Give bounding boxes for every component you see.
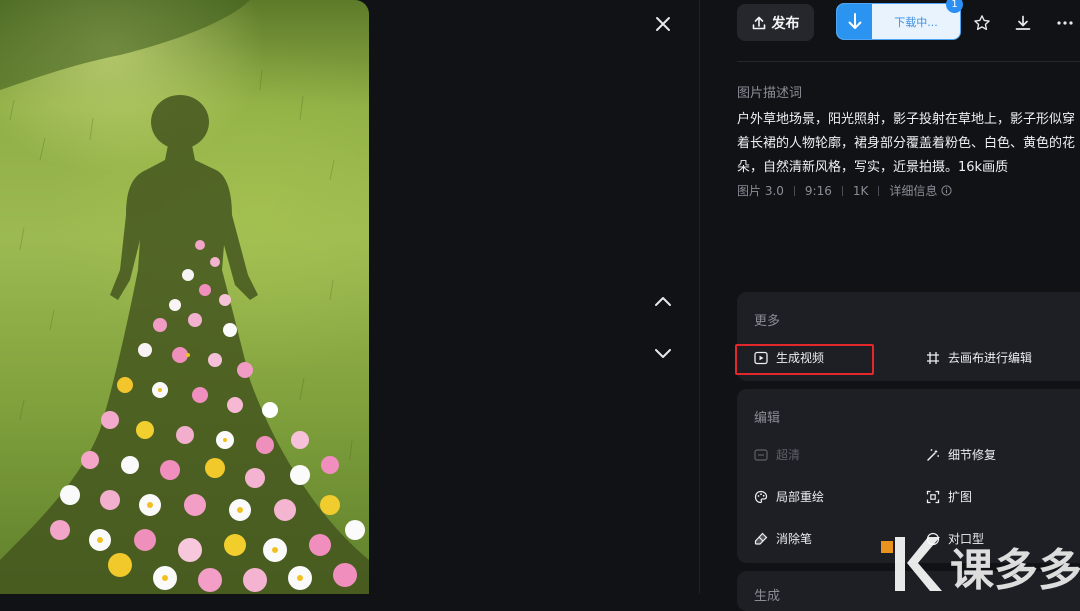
eraser-icon [754,532,768,545]
local-redraw-label: 局部重绘 [776,490,825,504]
hd-label: 超清 [776,448,801,462]
prompt-line: 着长裙的人物轮廓，裙身部分覆盖着粉色、白色、黄色的花 [737,136,1076,151]
download-button[interactable] [1010,10,1036,36]
resolution: 1K [852,183,869,198]
highlight-annotation [735,344,874,375]
close-button[interactable] [650,11,676,37]
toolbar-divider [737,61,1080,62]
upload-icon [752,16,765,29]
eraser-button[interactable]: 消除笔 [754,530,812,547]
canvas-edit-label: 去画布进行编辑 [948,351,1033,365]
close-icon [656,17,670,31]
details-link[interactable]: 详细信息 [889,182,952,199]
hd-upscale-button[interactable]: 超清 [754,446,800,463]
favorite-button[interactable] [969,10,995,36]
generated-image[interactable] [0,0,369,594]
eraser-label: 消除笔 [776,532,813,546]
download-status: 下载中... [894,15,938,29]
hd-icon [754,448,768,461]
details-label: 详细信息 [889,184,938,198]
chevron-up-icon [655,297,671,306]
image-meta: 图片 3.0 9:16 1K 详细信息 [737,182,952,199]
meta-separator [841,185,843,196]
meta-separator [793,185,795,196]
prompt-text: 户外草地场景，阳光照射，影子投射在草地上，影子形似穿 着长裙的人物轮廓，裙身部分… [737,108,1080,180]
more-options-button[interactable] [1052,10,1078,36]
aspect-ratio: 9:16 [804,183,832,198]
local-redraw-button[interactable]: 局部重绘 [754,488,824,505]
download-arrow-icon [837,4,872,39]
expand-label: 扩图 [948,490,973,504]
magic-wand-icon [927,448,940,461]
download-progress-button[interactable]: 下载中... [836,3,961,40]
panel-divider [699,0,700,594]
watermark-logo: 课多多 [881,537,1080,596]
detail-fix-button[interactable]: 细节修复 [926,446,996,463]
paint-palette-icon [754,490,768,503]
publish-label: 发布 [771,15,800,32]
more-icon [1057,21,1073,25]
model-version: 图片 3.0 [737,184,784,198]
more-card-title: 更多 [754,314,781,329]
site-watermark: 课多多 [878,533,1080,598]
meta-separator [878,185,880,196]
canvas-edit-button[interactable]: 去画布进行编辑 [926,349,1032,366]
chevron-down-icon [655,349,671,358]
star-icon [974,15,990,31]
expand-icon [926,490,940,503]
prompt-line: 户外草地场景，阳光照射，影子投射在草地上，影子形似穿 [737,112,1076,127]
info-icon [941,185,952,196]
canvas-crop-icon [927,351,939,364]
prompt-line: 朵，自然清新风格，写实，近景拍摄。16k画质 [737,160,1009,175]
previous-image-button[interactable] [650,288,676,314]
expand-image-button[interactable]: 扩图 [926,488,972,505]
publish-button[interactable]: 发布 [737,4,814,41]
download-icon [1015,15,1031,30]
description-title: 图片描述词 [737,86,803,101]
detail-fix-label: 细节修复 [948,448,997,462]
image-illustration [0,0,369,594]
watermark-text: 课多多 [950,545,1080,594]
generate-card-title: 生成 [754,589,781,604]
edit-card-title: 编辑 [754,411,781,426]
next-image-button[interactable] [650,341,676,367]
